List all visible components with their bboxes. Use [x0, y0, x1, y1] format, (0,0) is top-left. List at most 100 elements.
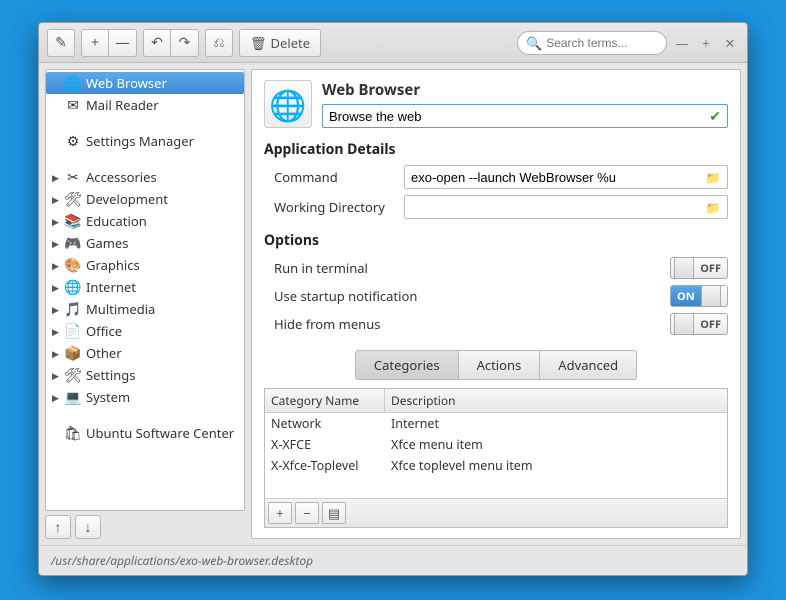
command-input-wrapper: 📁 — [404, 165, 728, 189]
item-icon: 🛍 — [64, 424, 82, 442]
search-icon: 🔍 — [526, 34, 542, 52]
item-icon: 🌐 — [64, 74, 82, 92]
command-browse-button[interactable]: 📁 — [703, 168, 723, 186]
cell-name: X-XFCE — [265, 434, 385, 455]
sidebar-item[interactable]: ▶🎮Games — [46, 232, 244, 254]
sidebar-item[interactable]: ▶🎨Graphics — [46, 254, 244, 276]
delete-label: Delete — [271, 34, 311, 52]
expand-arrow-icon: ▶ — [52, 369, 60, 382]
name-input-wrapper: ✔ — [322, 104, 728, 128]
command-input[interactable] — [411, 170, 703, 185]
sidebar-item[interactable]: ▶🛠Development — [46, 188, 244, 210]
sidebar-item[interactable]: 🌐Web Browser — [46, 72, 244, 94]
delete-button[interactable]: 🗑 Delete — [239, 29, 321, 57]
sidebar-item[interactable]: 🛍Ubuntu Software Center — [46, 422, 244, 444]
search-box[interactable]: 🔍 — [517, 31, 667, 55]
item-icon: 🌐 — [64, 278, 82, 296]
maximize-button[interactable]: + — [697, 34, 715, 52]
name-input[interactable] — [329, 109, 709, 124]
col-description[interactable]: Description — [385, 389, 727, 412]
close-button[interactable]: ✕ — [721, 34, 739, 52]
move-down-button[interactable]: ↓ — [75, 515, 101, 539]
header: 🌐 Web Browser ✔ — [264, 80, 728, 128]
sidebar-item-label: Office — [86, 322, 122, 340]
item-icon: ⚙ — [64, 132, 82, 150]
category-add-button[interactable]: + — [268, 502, 292, 524]
sidebar-item-label: Internet — [86, 278, 136, 296]
sidebar: 🌐Web Browser✉Mail Reader⚙Settings Manage… — [45, 69, 245, 539]
item-icon: 🎵 — [64, 300, 82, 318]
expand-arrow-icon: ▶ — [52, 193, 60, 206]
option-label: Run in terminal — [264, 259, 670, 277]
categories-body[interactable]: NetworkInternetX-XFCEXfce menu itemX-Xfc… — [265, 413, 727, 498]
command-label: Command — [264, 168, 394, 186]
add-button[interactable]: + — [81, 29, 109, 57]
app-icon-button[interactable]: 🌐 — [264, 80, 312, 128]
edit-button[interactable]: ✎ — [47, 29, 75, 57]
item-icon: 🛠 — [64, 366, 82, 384]
expand-arrow-icon: ▶ — [52, 215, 60, 228]
workdir-input-wrapper: 📁 — [404, 195, 728, 219]
tab-advanced[interactable]: Advanced — [540, 350, 637, 380]
expand-arrow-icon: ▶ — [52, 303, 60, 316]
tab-actions[interactable]: Actions — [459, 350, 541, 380]
item-icon: 💻 — [64, 388, 82, 406]
revert-button[interactable]: ⎌ — [205, 29, 233, 57]
sidebar-item-label: Settings — [86, 366, 135, 384]
globe-icon: 🌐 — [269, 84, 306, 125]
item-icon: 🎮 — [64, 234, 82, 252]
table-row[interactable]: NetworkInternet — [265, 413, 727, 434]
toolbar: ✎ + ― ↶ ↷ ⎌ 🗑 Delete 🔍 — + ✕ — [39, 23, 747, 63]
cell-desc: Xfce toplevel menu item — [385, 455, 727, 476]
sidebar-item-label: Development — [86, 190, 168, 208]
body: 🌐Web Browser✉Mail Reader⚙Settings Manage… — [39, 63, 747, 545]
tabs: CategoriesActionsAdvanced — [264, 350, 728, 380]
option-label: Use startup notification — [264, 287, 670, 305]
table-row[interactable]: X-XFCEXfce menu item — [265, 434, 727, 455]
sidebar-item[interactable]: ▶📚Education — [46, 210, 244, 232]
item-icon: 📦 — [64, 344, 82, 362]
section-app-details: Application Details — [264, 140, 728, 159]
toggle-startup[interactable]: ON — [670, 285, 728, 307]
search-input[interactable] — [546, 36, 658, 50]
sidebar-item-label: Graphics — [86, 256, 140, 274]
menu-tree[interactable]: 🌐Web Browser✉Mail Reader⚙Settings Manage… — [45, 69, 245, 511]
sidebar-item[interactable]: ✉Mail Reader — [46, 94, 244, 116]
toggle-hide[interactable]: OFF — [670, 313, 728, 335]
sidebar-item[interactable]: ▶ 🛠Settings — [46, 364, 244, 386]
workdir-browse-button[interactable]: 📁 — [703, 198, 723, 216]
table-row[interactable]: X-Xfce-ToplevelXfce toplevel menu item — [265, 455, 727, 476]
sidebar-item[interactable]: ▶💻System — [46, 386, 244, 408]
move-up-button[interactable]: ↑ — [45, 515, 71, 539]
sidebar-item[interactable]: ⚙Settings Manager — [46, 130, 244, 152]
add-sep-button[interactable]: ― — [109, 29, 137, 57]
cell-desc: Xfce menu item — [385, 434, 727, 455]
sidebar-item[interactable]: ▶📄Office — [46, 320, 244, 342]
expand-arrow-icon: ▶ — [52, 237, 60, 250]
item-icon: ✂ — [64, 168, 82, 186]
item-icon: 📚 — [64, 212, 82, 230]
sidebar-item-label: Settings Manager — [86, 132, 194, 150]
sidebar-item[interactable]: ▶✂Accessories — [46, 166, 244, 188]
cell-name: X-Xfce-Toplevel — [265, 455, 385, 476]
undo-button[interactable]: ↶ — [143, 29, 171, 57]
sidebar-item[interactable]: ▶🌐Internet — [46, 276, 244, 298]
sidebar-item-label: Web Browser — [86, 74, 167, 92]
minimize-button[interactable]: — — [673, 34, 691, 52]
workdir-input[interactable] — [411, 200, 703, 215]
redo-button[interactable]: ↷ — [171, 29, 199, 57]
expand-arrow-icon: ▶ — [52, 325, 60, 338]
sidebar-item[interactable]: ▶🎵Multimedia — [46, 298, 244, 320]
category-remove-button[interactable]: − — [295, 502, 319, 524]
expand-arrow-icon: ▶ — [52, 259, 60, 272]
sidebar-item[interactable]: ▶📦Other — [46, 342, 244, 364]
app-window: ✎ + ― ↶ ↷ ⎌ 🗑 Delete 🔍 — + ✕ 🌐Web Browse… — [38, 22, 748, 576]
tab-categories[interactable]: Categories — [355, 350, 459, 380]
sidebar-item-label: System — [86, 388, 130, 406]
category-clear-button[interactable]: ▤ — [322, 502, 346, 524]
workdir-label: Working Directory — [264, 198, 394, 216]
toggle-terminal[interactable]: OFF — [670, 257, 728, 279]
col-category-name[interactable]: Category Name — [265, 389, 385, 412]
sidebar-item-label: Accessories — [86, 168, 157, 186]
sidebar-item-label: Mail Reader — [86, 96, 159, 114]
